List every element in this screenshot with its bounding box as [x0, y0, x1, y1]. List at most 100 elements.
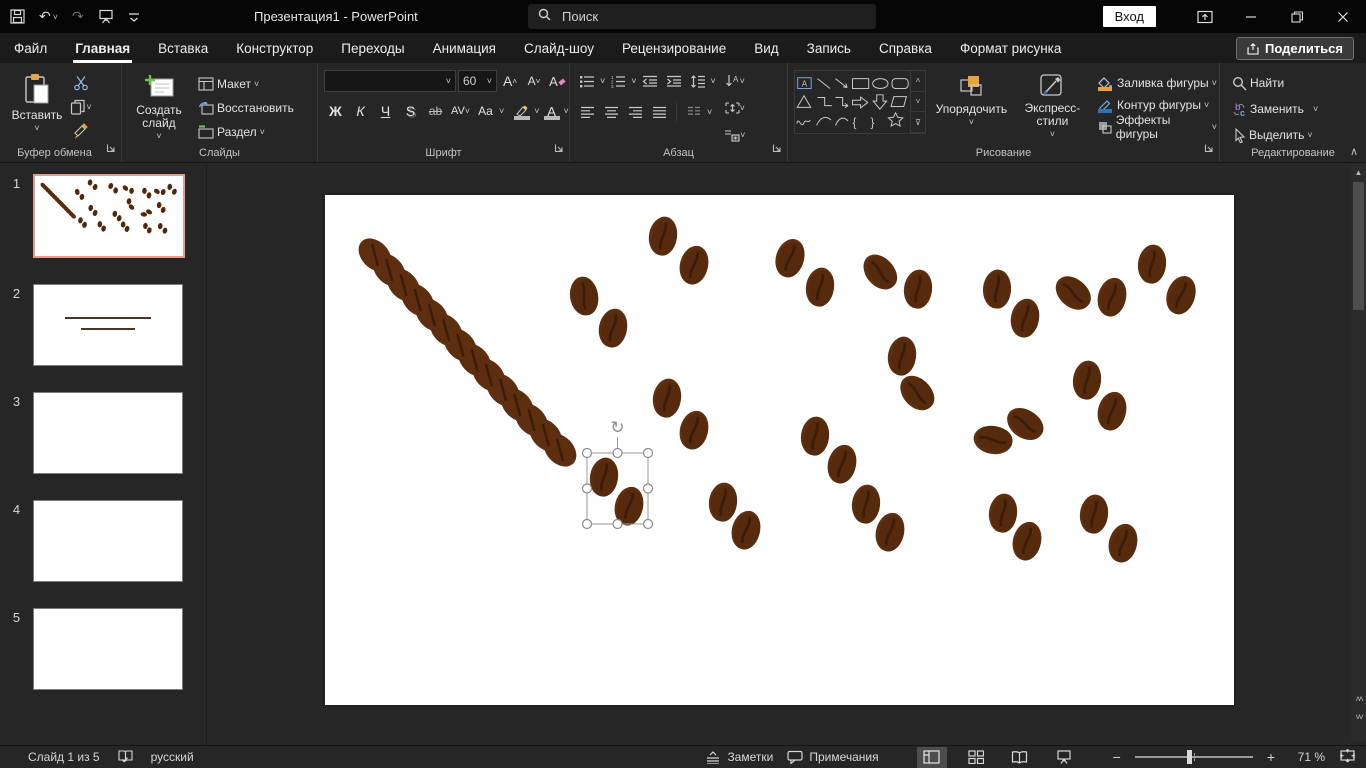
cut-icon[interactable]: [70, 72, 92, 94]
coffee-bean[interactable]: [129, 187, 134, 194]
zoom-out-icon[interactable]: −: [1113, 749, 1121, 765]
decrease-indent-icon[interactable]: [639, 70, 661, 92]
undo-chevron-icon[interactable]: ˅: [53, 12, 58, 22]
coffee-bean[interactable]: [126, 198, 132, 205]
align-left-icon[interactable]: [576, 101, 598, 123]
selection-handle[interactable]: [581, 447, 593, 459]
customize-qat-icon[interactable]: [128, 11, 140, 23]
coffee-bean[interactable]: [124, 225, 130, 232]
coffee-bean[interactable]: [885, 334, 919, 377]
coffee-bean[interactable]: [1077, 493, 1110, 536]
align-right-icon[interactable]: [624, 101, 646, 123]
gallery-down-icon[interactable]: ˅: [911, 92, 925, 113]
coffee-bean[interactable]: [771, 235, 810, 281]
start-slideshow-icon[interactable]: [98, 9, 114, 24]
previous-slide-icon[interactable]: ˄˄: [1351, 692, 1366, 706]
clipboard-dialog-launcher-icon[interactable]: [106, 140, 116, 158]
close-button[interactable]: [1320, 0, 1366, 33]
coffee-bean[interactable]: [803, 265, 837, 308]
coffee-bean[interactable]: [140, 212, 147, 217]
slide-counter[interactable]: Слайд 1 из 5: [28, 750, 100, 764]
tab-конструктор[interactable]: Конструктор: [222, 33, 327, 63]
underline-button[interactable]: Ч: [374, 100, 397, 122]
slide-thumbnail-image[interactable]: [33, 284, 183, 366]
coffee-bean[interactable]: [1070, 359, 1103, 402]
text-shadow-button[interactable]: S: [399, 100, 422, 122]
coffee-bean[interactable]: [92, 183, 98, 191]
undo-icon[interactable]: ↶ ˅: [39, 8, 58, 25]
change-case-button[interactable]: Aa: [474, 100, 497, 122]
replace-button[interactable]: bc Заменить ˅: [1230, 98, 1366, 120]
slide-thumbnail-5[interactable]: 5: [0, 608, 206, 690]
coffee-bean[interactable]: [171, 188, 177, 195]
coffee-bean[interactable]: [706, 481, 739, 524]
comments-button[interactable]: Примечания: [787, 750, 879, 764]
zoom-slider[interactable]: [1134, 750, 1253, 764]
section-button[interactable]: Раздел ˅: [196, 121, 296, 143]
coffee-bean[interactable]: [97, 221, 103, 228]
coffee-bean[interactable]: [587, 455, 621, 498]
coffee-bean[interactable]: [1104, 521, 1141, 566]
slideshow-view-button[interactable]: [1049, 747, 1079, 768]
coffee-bean[interactable]: [971, 423, 1014, 457]
save-icon[interactable]: [10, 9, 25, 24]
coffee-bean[interactable]: [1093, 275, 1130, 320]
tab-вставка[interactable]: Вставка: [144, 33, 222, 63]
coffee-bean[interactable]: [986, 492, 1019, 535]
coffee-bean[interactable]: [120, 221, 126, 228]
coffee-bean[interactable]: [79, 193, 85, 200]
coffee-bean[interactable]: [595, 306, 630, 350]
rotation-handle[interactable]: ↻: [610, 418, 624, 437]
coffee-bean[interactable]: [156, 201, 162, 209]
columns-icon[interactable]: [683, 101, 705, 123]
clear-formatting-icon[interactable]: A: [547, 70, 569, 92]
selection-handle[interactable]: [581, 483, 593, 494]
font-dialog-launcher-icon[interactable]: [554, 140, 564, 158]
font-size-combo[interactable]: 60 ˅: [457, 70, 497, 92]
coffee-bean[interactable]: [1093, 389, 1130, 434]
coffee-bean[interactable]: [160, 206, 166, 213]
coffee-bean[interactable]: [162, 227, 168, 234]
coffee-bean[interactable]: [823, 442, 860, 487]
coffee-bean[interactable]: [146, 227, 152, 234]
increase-indent-icon[interactable]: [663, 70, 685, 92]
zoom-in-icon[interactable]: +: [1267, 749, 1275, 765]
coffee-bean[interactable]: [167, 183, 172, 190]
slide-sorter-view-button[interactable]: [961, 747, 991, 768]
coffee-bean[interactable]: [857, 248, 904, 296]
coffee-bean[interactable]: [146, 192, 152, 199]
decrease-font-icon[interactable]: A ˅: [523, 70, 545, 92]
selection-handle[interactable]: [612, 447, 623, 459]
layout-button[interactable]: Макет ˅: [196, 73, 296, 95]
reading-view-button[interactable]: [1005, 747, 1035, 768]
minimize-button[interactable]: [1228, 0, 1274, 33]
coffee-bean[interactable]: [894, 369, 941, 417]
notes-button[interactable]: Заметки: [705, 750, 773, 764]
coffee-bean[interactable]: [78, 217, 84, 224]
zoom-percentage[interactable]: 71 %: [1289, 750, 1325, 764]
slide-canvas[interactable]: ↻: [325, 195, 1234, 705]
slide-thumbnail-3[interactable]: 3: [0, 392, 206, 474]
line-spacing-icon[interactable]: [687, 70, 709, 92]
coffee-bean[interactable]: [1008, 519, 1045, 564]
shapes-gallery-scroll[interactable]: ˄ ˅ ⊽: [910, 71, 925, 134]
selection-handle[interactable]: [612, 518, 623, 530]
coffee-bean[interactable]: [153, 188, 161, 195]
slide-thumbnail-image[interactable]: [33, 174, 185, 258]
find-button[interactable]: Найти: [1230, 72, 1366, 94]
tab-справка[interactable]: Справка: [865, 33, 946, 63]
shape-fill-button[interactable]: Заливка фигуры ˅: [1094, 72, 1219, 93]
slide-thumbnail-4[interactable]: 4: [0, 500, 206, 582]
bean-rope[interactable]: [352, 232, 583, 473]
coffee-bean[interactable]: [1135, 243, 1168, 286]
language-indicator[interactable]: русский: [151, 750, 194, 764]
bold-button[interactable]: Ж: [324, 100, 347, 122]
share-button[interactable]: Поделиться: [1235, 37, 1354, 60]
scrollbar-thumb[interactable]: [1353, 182, 1364, 310]
strikethrough-button[interactable]: ab: [424, 100, 447, 122]
char-spacing-button[interactable]: AV ˅: [449, 100, 472, 122]
coffee-bean[interactable]: [1049, 270, 1097, 317]
coffee-bean[interactable]: [901, 268, 934, 311]
tab-file[interactable]: Файл: [0, 33, 61, 63]
fit-to-window-icon[interactable]: [1339, 748, 1356, 766]
